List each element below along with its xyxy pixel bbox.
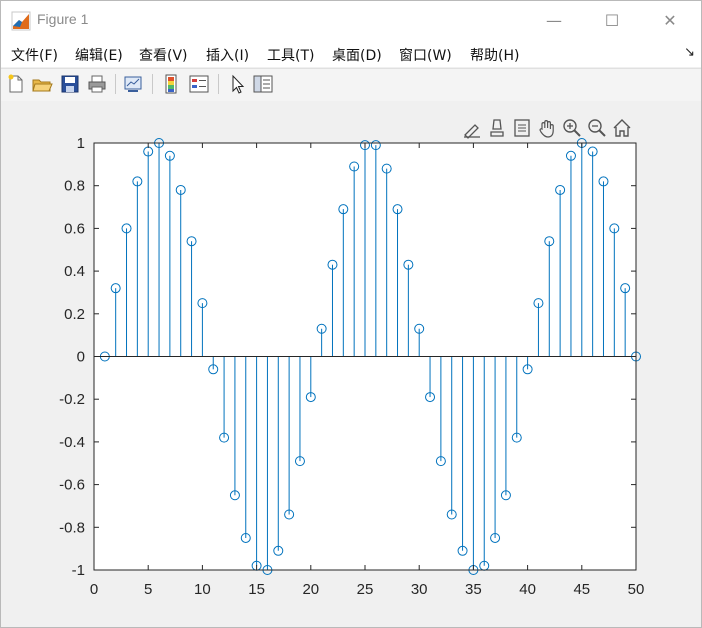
x-tick-label: 45	[573, 581, 590, 598]
close-button[interactable]: ✕	[647, 1, 693, 39]
y-tick-label: 1	[77, 135, 85, 152]
x-tick-label: 5	[144, 581, 152, 598]
minimize-button[interactable]: —	[531, 1, 577, 39]
menu-insert[interactable]: 插入(I)	[206, 45, 249, 65]
toolbar-separator	[218, 74, 219, 94]
y-tick-label: 0.2	[64, 306, 85, 323]
save-icon[interactable]	[59, 73, 81, 95]
legend-icon[interactable]	[188, 73, 210, 95]
x-tick-label: 10	[194, 581, 211, 598]
matlab-logo-icon	[11, 11, 31, 31]
y-tick-label: -0.6	[59, 477, 85, 494]
y-tick-label: -0.8	[59, 519, 85, 536]
y-tick-label: 0.6	[64, 220, 85, 237]
toolbar-separator	[152, 74, 153, 94]
window-title: Figure 1	[37, 11, 89, 27]
title-bar[interactable]: Figure 1 — ☐ ✕	[1, 1, 701, 39]
stem-plot: 0 5 10 15 20 25 30 35 40 45 50 1 0.8 0.6 0.4 0.2 0 -0.2 -0…	[59, 135, 645, 598]
menu-edit[interactable]: 编辑(E)	[75, 45, 123, 65]
menu-desktop[interactable]: 桌面(D)	[332, 45, 382, 65]
toolbar-separator	[115, 74, 116, 94]
x-tick-label: 50	[628, 581, 645, 598]
print-icon[interactable]	[86, 73, 108, 95]
x-tick-label: 25	[357, 581, 374, 598]
close-icon: ✕	[663, 10, 677, 30]
x-tick-label: 40	[519, 581, 536, 598]
figure-window: Figure 1 — ☐ ✕ 文件(F) 编辑(E) 查看(V) 插入(I) 工…	[0, 0, 702, 628]
y-tick-label: -1	[72, 562, 85, 579]
dock-arrow-icon[interactable]: ↘	[684, 45, 695, 60]
minimize-icon: —	[546, 10, 562, 30]
pointer-icon[interactable]	[226, 73, 248, 95]
menu-bar: 文件(F) 编辑(E) 查看(V) 插入(I) 工具(T) 桌面(D) 窗口(W…	[1, 39, 701, 67]
figure-canvas: 0 5 10 15 20 25 30 35 40 45 50 1 0.8 0.6 0.4 0.2 0 -0.2 -0…	[1, 101, 701, 627]
x-tick-label: 0	[90, 581, 98, 598]
new-figure-icon[interactable]	[5, 73, 27, 95]
x-tick-label: 35	[465, 581, 482, 598]
menu-view[interactable]: 查看(V)	[139, 45, 188, 65]
y-tick-label: 0.8	[64, 178, 85, 195]
maximize-button[interactable]: ☐	[589, 1, 635, 39]
y-tick-label: 0	[77, 349, 85, 366]
link-plot-icon[interactable]	[122, 73, 144, 95]
y-tick-label: -0.4	[59, 434, 85, 451]
open-file-icon[interactable]	[31, 73, 53, 95]
menu-file[interactable]: 文件(F)	[11, 45, 58, 65]
menu-help[interactable]: 帮助(H)	[470, 45, 519, 65]
x-tick-label: 15	[248, 581, 265, 598]
y-tick-label: 0.4	[64, 263, 85, 280]
menu-tools[interactable]: 工具(T)	[267, 45, 314, 65]
x-tick-label: 30	[411, 581, 428, 598]
colorbar-icon[interactable]	[160, 73, 182, 95]
property-editor-icon[interactable]	[252, 73, 274, 95]
menu-window[interactable]: 窗口(W)	[399, 45, 452, 65]
maximize-icon: ☐	[604, 10, 620, 30]
y-tick-label: -0.2	[59, 391, 85, 408]
figure-toolbar	[1, 68, 701, 102]
x-tick-label: 20	[302, 581, 319, 598]
